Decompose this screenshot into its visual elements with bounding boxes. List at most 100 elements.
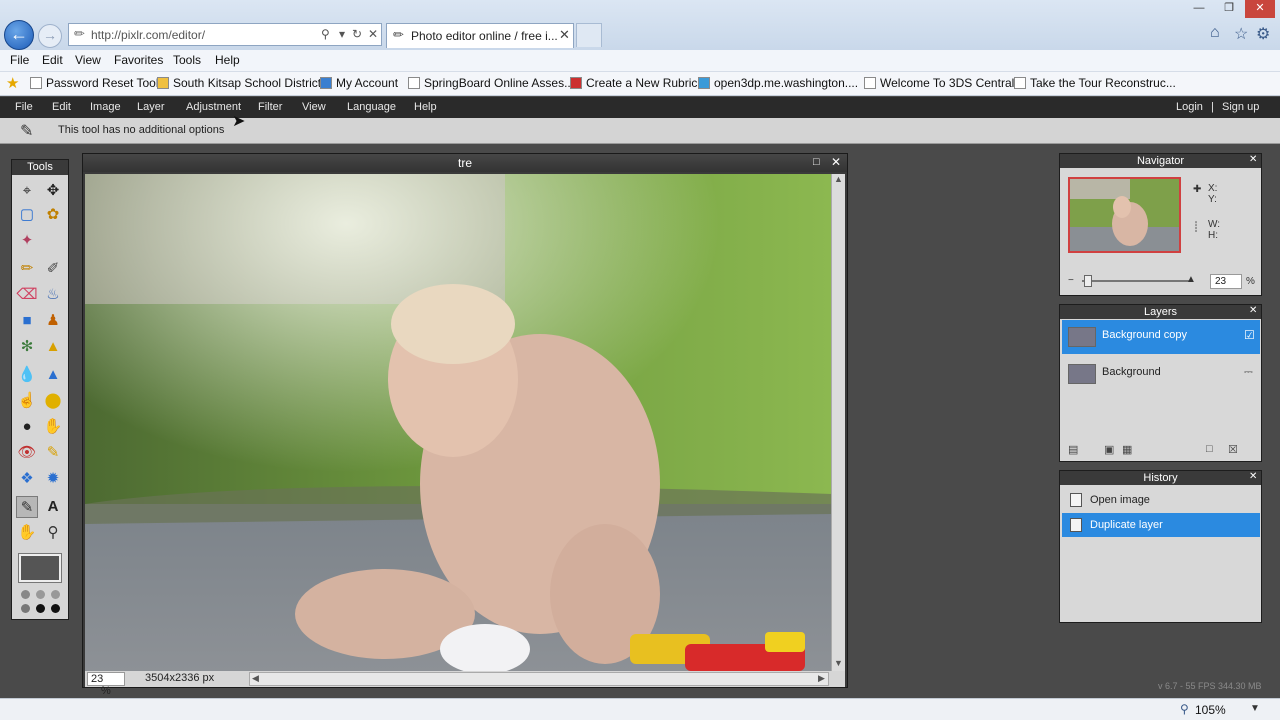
favorite-link[interactable]: Password Reset Tool <box>30 76 159 90</box>
app-menu-file[interactable]: File <box>15 101 33 113</box>
scroll-up-icon[interactable]: ▲ <box>834 174 843 184</box>
close-navigator-icon[interactable]: ✕ <box>1249 154 1257 165</box>
delete-layer-icon[interactable]: ☒ <box>1228 443 1238 456</box>
login-link[interactable]: Login <box>1176 101 1203 113</box>
maximize-document-icon[interactable]: □ <box>813 156 820 168</box>
red-eye-tool-icon[interactable]: 👁 <box>16 442 38 464</box>
clone-stamp-tool-icon[interactable]: ♟ <box>42 310 64 332</box>
stop-icon[interactable]: ✕ <box>368 27 378 41</box>
favorite-link[interactable]: South Kitsap School District <box>157 76 321 90</box>
browser-menu-help[interactable]: Help <box>215 53 240 67</box>
layer-styles-icon[interactable]: ▦ <box>1122 443 1132 456</box>
zoom-out-icon[interactable]: − <box>1068 275 1074 286</box>
favorite-link[interactable]: Welcome To 3DS Central <box>864 76 1014 90</box>
minimize-button[interactable]: — <box>1185 0 1213 18</box>
smudge-tool-icon[interactable]: ☝ <box>16 390 38 412</box>
gear-icon[interactable]: ⚙ <box>1256 24 1270 44</box>
home-icon[interactable]: ⌂ <box>1210 24 1220 42</box>
close-document-icon[interactable]: ✕ <box>831 155 841 169</box>
navigator-thumbnail[interactable] <box>1068 177 1181 253</box>
wand-tool-icon[interactable]: ✦ <box>16 230 38 252</box>
color-option-icon[interactable] <box>21 604 30 613</box>
lasso-tool-icon[interactable]: ✿ <box>42 204 64 226</box>
hand-tool-icon[interactable]: ✋ <box>16 522 38 544</box>
type-tool-icon[interactable]: A <box>42 496 64 518</box>
default-colors-icon[interactable] <box>36 590 45 599</box>
history-item[interactable]: Duplicate layer <box>1062 513 1260 537</box>
marquee-tool-icon[interactable]: ▢ <box>16 204 38 226</box>
favorites-star-icon[interactable]: ☆ <box>1234 24 1248 44</box>
move-tool-icon[interactable]: ✥ <box>42 180 64 202</box>
favorite-link[interactable]: Create a New Rubric <box>570 76 697 90</box>
scroll-right-icon[interactable]: ▶ <box>818 673 825 684</box>
zoom-in-icon[interactable]: ▲ <box>1186 274 1196 285</box>
app-menu-help[interactable]: Help <box>414 101 437 113</box>
vertical-scrollbar[interactable]: ▲ ▼ <box>831 174 845 671</box>
forward-button[interactable]: → <box>38 24 62 48</box>
layer-mask-icon[interactable]: ▣ <box>1104 443 1114 456</box>
crop-tool-icon[interactable]: ⌖ <box>16 180 38 202</box>
dodge-tool-icon[interactable]: ● <box>16 416 38 438</box>
chevron-down-icon[interactable]: ▼ <box>1250 703 1260 714</box>
browser-zoom-level[interactable]: 105% <box>1195 703 1226 717</box>
close-history-icon[interactable]: ✕ <box>1249 471 1257 482</box>
close-window-button[interactable]: ✕ <box>1245 0 1275 18</box>
horizontal-scrollbar[interactable]: ◀ ▶ <box>249 672 829 686</box>
bloat-tool-icon[interactable]: ❖ <box>16 468 38 490</box>
drawing-tool-icon[interactable]: ▲ <box>42 336 64 358</box>
app-menu-language[interactable]: Language <box>347 101 396 113</box>
app-menu-edit[interactable]: Edit <box>52 101 71 113</box>
favorite-link[interactable]: SpringBoard Online Asses... <box>408 76 574 90</box>
spot-heal-tool-icon[interactable]: ✎ <box>42 442 64 464</box>
scroll-left-icon[interactable]: ◀ <box>252 673 259 684</box>
tab-close-icon[interactable]: ✕ <box>559 27 570 43</box>
new-layer-icon[interactable]: □ <box>1206 443 1213 455</box>
sharpen-tool-icon[interactable]: ▲ <box>42 364 64 386</box>
layer-visible-checkbox[interactable]: ☑ <box>1244 328 1255 342</box>
layer-settings-icon[interactable]: ▤ <box>1068 443 1078 456</box>
search-icon[interactable]: ⚲ <box>321 27 330 41</box>
scroll-down-icon[interactable]: ▼ <box>834 658 843 668</box>
color-option-icon[interactable] <box>36 604 45 613</box>
close-layers-icon[interactable]: ✕ <box>1249 305 1257 316</box>
layer-row[interactable]: Background copy ☑ <box>1062 320 1260 354</box>
refresh-icon[interactable]: ↻ <box>352 27 362 41</box>
browser-menu-edit[interactable]: Edit <box>42 53 63 67</box>
color-replace-tool-icon[interactable]: ✻ <box>16 336 38 358</box>
sponge-tool-icon[interactable]: ⬤ <box>42 390 64 412</box>
color-picker-tool-icon[interactable]: ✎ <box>16 496 38 518</box>
favorite-link[interactable]: Take the Tour Reconstruc... <box>1014 76 1176 90</box>
eraser-tool-icon[interactable]: ⌫ <box>16 284 38 306</box>
chevron-down-icon[interactable]: ▾ <box>339 27 345 41</box>
restore-button[interactable]: ❐ <box>1215 0 1243 18</box>
browser-menu-tools[interactable]: Tools <box>173 53 201 67</box>
document-zoom-input[interactable]: 23 % <box>87 672 125 697</box>
new-tab-button[interactable] <box>576 23 602 47</box>
blur-tool-icon[interactable]: 💧 <box>16 364 38 386</box>
gradient-tool-icon[interactable]: ■ <box>16 310 38 332</box>
photo-canvas[interactable] <box>85 174 831 671</box>
navigator-zoom-input[interactable]: 23 <box>1210 274 1242 289</box>
browser-menu-file[interactable]: File <box>10 53 29 67</box>
app-menu-layer[interactable]: Layer <box>137 101 165 113</box>
paint-bucket-tool-icon[interactable]: ♨ <box>42 284 64 306</box>
pinch-tool-icon[interactable]: ✹ <box>42 468 64 490</box>
app-menu-image[interactable]: Image <box>90 101 121 113</box>
color-option-icon[interactable] <box>51 604 60 613</box>
browser-tab[interactable]: ✏ Photo editor online / free i... ✕ <box>386 23 574 48</box>
color-swatch[interactable] <box>18 553 62 583</box>
favorites-star-icon[interactable]: ★ <box>6 74 19 92</box>
zoom-tool-icon[interactable]: ⚲ <box>42 522 64 544</box>
app-menu-view[interactable]: View <box>302 101 326 113</box>
history-item[interactable]: Open image <box>1062 488 1260 512</box>
color-option-icon[interactable] <box>51 590 60 599</box>
layer-row[interactable]: Background ⎓ <box>1062 357 1260 391</box>
pencil-tool-icon[interactable]: ✏ <box>16 258 38 280</box>
signup-link[interactable]: Sign up <box>1222 101 1259 113</box>
zoom-icon[interactable]: ⚲ <box>1180 702 1189 716</box>
zoom-slider-handle[interactable] <box>1084 275 1092 287</box>
address-bar[interactable]: ✏ http://pixlr.com/editor/ ⚲ ▾ ↻ ✕ <box>68 23 382 46</box>
browser-menu-view[interactable]: View <box>75 53 101 67</box>
back-button[interactable]: ← <box>4 20 34 50</box>
browser-menu-favorites[interactable]: Favorites <box>114 53 163 67</box>
